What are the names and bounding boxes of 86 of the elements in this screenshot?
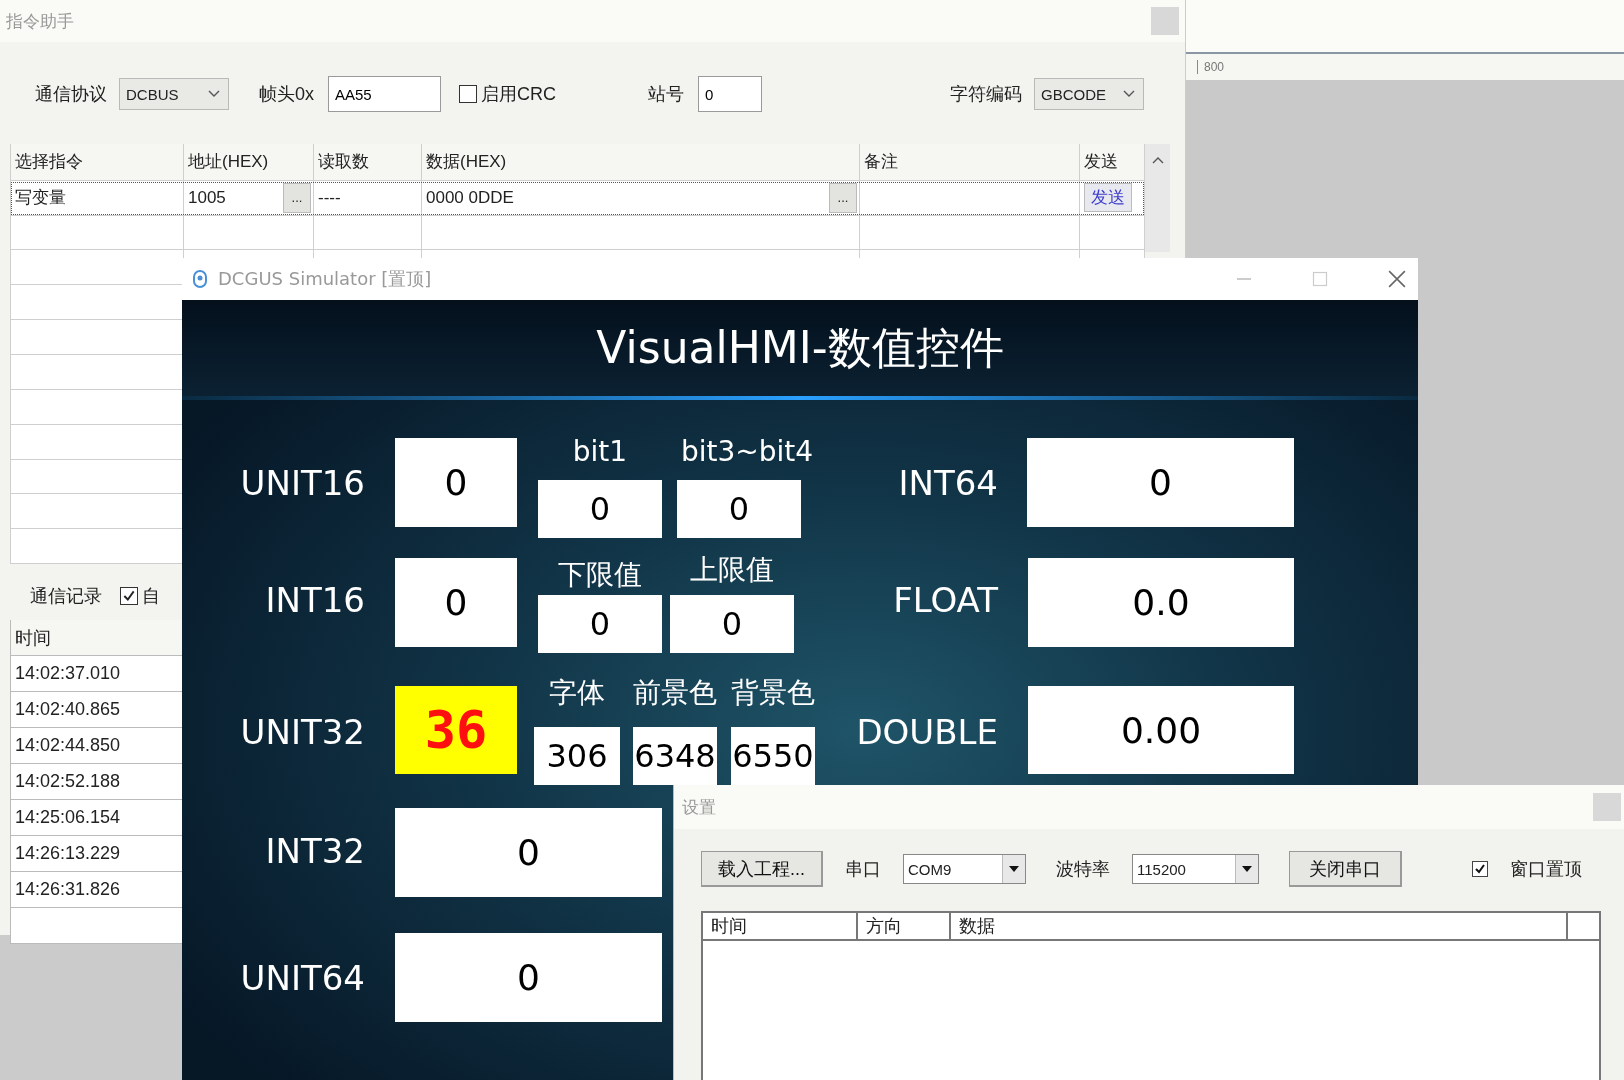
browse-button[interactable]: ... — [283, 182, 311, 213]
value-label: 字体 — [548, 675, 606, 711]
value-label: UNIT64 — [239, 957, 365, 1000]
close-port-button[interactable]: 关闭串口 — [1289, 851, 1402, 887]
station-label: 站号 — [648, 83, 684, 106]
value-display: 6550 — [731, 727, 815, 785]
column-header: 地址(HEX) — [184, 144, 314, 181]
value-display: 0 — [395, 933, 662, 1022]
station-field[interactable]: 0 — [698, 76, 762, 112]
value-display: 0 — [1027, 438, 1294, 527]
value-label: INT64 — [897, 462, 998, 505]
window-title: DCGUS Simulator [置顶] — [218, 267, 432, 291]
value-label: INT16 — [264, 579, 365, 622]
value-display: 6348 — [633, 727, 717, 785]
time-cell: 14:26:31.826 — [15, 879, 121, 900]
time-cell: 14:02:52.188 — [15, 771, 121, 792]
column-header: 备注 — [860, 144, 1080, 181]
value-display: 0 — [538, 480, 662, 538]
log-label: 通信记录 — [30, 585, 102, 608]
table-cell: 写变量 — [10, 180, 184, 216]
value-label: INT32 — [264, 830, 365, 873]
stay-on-top-checkbox[interactable] — [1472, 861, 1488, 877]
time-cell: 14:02:40.865 — [15, 699, 121, 720]
column-header: 时间 — [15, 626, 51, 650]
value-label: DOUBLE — [855, 711, 998, 754]
port-dropdown[interactable]: COM9 — [903, 854, 1026, 884]
column-header: 时间 — [703, 913, 858, 939]
value-label: 下限值 — [557, 557, 643, 593]
time-cell: 14:26:13.229 — [15, 843, 121, 864]
led-value-display: 36 — [395, 686, 517, 774]
browse-button[interactable]: ... — [829, 182, 857, 213]
value-label: bit1 — [571, 434, 629, 470]
screen-title: VisualHMI-数值控件 — [596, 320, 1004, 375]
value-label: FLOAT — [892, 579, 998, 622]
value-display: 0 — [538, 595, 662, 653]
column-header: 数据 — [951, 913, 1568, 939]
frame-header-label: 帧头0x — [259, 83, 314, 106]
value-display: 0.00 — [1028, 686, 1294, 774]
baud-label: 波特率 — [1056, 858, 1110, 881]
value-display: 0 — [670, 595, 794, 653]
baud-dropdown[interactable]: 115200 — [1132, 854, 1259, 884]
auto-label: 自 — [142, 585, 160, 608]
value-display: 0 — [395, 438, 517, 527]
column-header: 方向 — [858, 913, 951, 939]
chevron-down-icon — [208, 90, 220, 98]
column-header: 选择指令 — [10, 144, 184, 181]
stay-on-top-label: 窗口置顶 — [1510, 858, 1582, 881]
value-display: 306 — [534, 727, 620, 785]
scroll-up-icon[interactable] — [1151, 156, 1164, 164]
crc-checkbox[interactable] — [459, 85, 477, 103]
chevron-down-icon — [1123, 90, 1135, 98]
close-icon[interactable] — [1388, 270, 1406, 288]
value-label: bit3~bit4 — [679, 434, 815, 470]
value-label: UNIT32 — [239, 711, 365, 754]
value-display: 0.0 — [1028, 558, 1294, 647]
app-icon — [192, 270, 208, 288]
value-label: UNIT16 — [239, 462, 365, 505]
dropdown-icon — [1009, 866, 1019, 872]
protocol-label: 通信协议 — [35, 83, 107, 106]
ruler-value: 800 — [1197, 60, 1225, 74]
value-display: 0 — [395, 808, 662, 897]
dropdown-icon — [1242, 866, 1252, 872]
window-title: 设置 — [682, 796, 716, 819]
window-title: 指令助手 — [6, 10, 74, 33]
time-cell: 14:25:06.154 — [15, 807, 121, 828]
time-cell: 14:02:37.010 — [15, 663, 121, 684]
auto-checkbox[interactable] — [120, 587, 138, 605]
value-display: 0 — [395, 558, 517, 647]
crc-label: 启用CRC — [481, 83, 556, 106]
value-label: 背景色 — [731, 675, 815, 711]
port-label: 串口 — [845, 858, 881, 881]
time-cell: 14:02:44.850 — [15, 735, 121, 756]
command-row[interactable]: 写变量 1005 ... ---- 0000 0DDE ... 发送 — [10, 180, 1145, 216]
value-label: 前景色 — [633, 675, 717, 711]
encoding-label: 字符编码 — [950, 83, 1022, 106]
frame-header-field[interactable]: AA55 — [328, 76, 441, 112]
table-cell: ---- — [314, 180, 422, 216]
send-button[interactable]: 发送 — [1084, 183, 1132, 213]
encoding-dropdown[interactable]: GBCODE — [1034, 78, 1144, 110]
column-header: 数据(HEX) — [422, 144, 860, 181]
value-display: 0 — [677, 480, 801, 538]
column-header: 读取数 — [314, 144, 422, 181]
protocol-dropdown[interactable]: DCBUS — [119, 78, 229, 110]
scrollbar[interactable] — [1145, 144, 1170, 252]
value-label: 上限值 — [689, 552, 775, 588]
load-project-button[interactable]: 载入工程... — [701, 851, 823, 887]
